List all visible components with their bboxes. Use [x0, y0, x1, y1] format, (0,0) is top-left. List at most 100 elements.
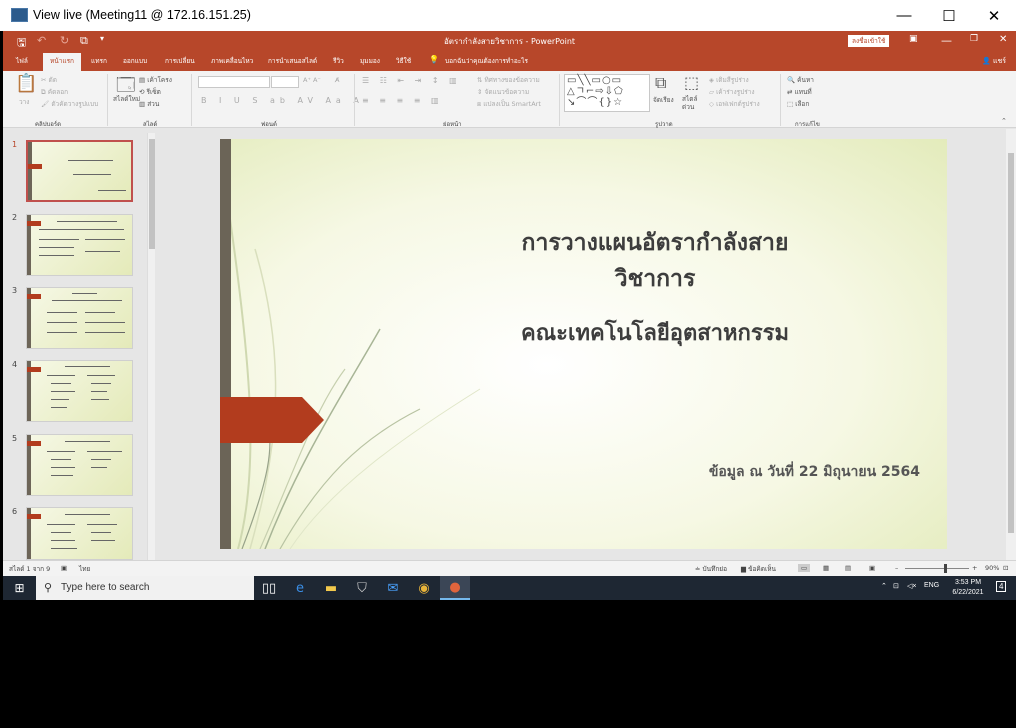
- ppt-minimize-button[interactable]: —: [941, 34, 952, 47]
- notes-button[interactable]: ≐ บันทึกย่อ: [695, 564, 727, 574]
- separator: [191, 74, 192, 126]
- font-group-label: ฟอนต์: [261, 121, 277, 128]
- tab-transitions[interactable]: การเปลี่ยน: [165, 56, 195, 66]
- slide-title-line-2[interactable]: คณะเทคโนโลยีอุตสาหกรรม: [490, 315, 820, 350]
- copy-button[interactable]: ⧉ คัดลอก: [41, 87, 68, 97]
- shape-effects-button[interactable]: ◇ เอฟเฟกต์รูปร่าง: [709, 99, 760, 109]
- store-icon[interactable]: ⛉: [347, 576, 377, 600]
- taskbar: ⊞ ⚲ Type here to search ▯▯ e ▬ ⛉ ✉ ◉ ● ⌃…: [3, 576, 1016, 600]
- volume-icon[interactable]: ◁×: [907, 582, 916, 590]
- slide-thumbnail-3[interactable]: [26, 287, 133, 349]
- tab-home[interactable]: หน้าแรก: [43, 53, 81, 71]
- normal-view-icon[interactable]: ▭: [798, 564, 811, 572]
- select-button[interactable]: ⬚ เลือก: [787, 99, 809, 109]
- thumb-text-line: [47, 375, 75, 376]
- section-button[interactable]: ▥ ส่วน: [139, 99, 159, 109]
- zoom-slider-thumb[interactable]: [943, 564, 947, 573]
- zoom-slider[interactable]: [905, 564, 969, 573]
- slide-thumbnail-5[interactable]: [26, 434, 133, 496]
- current-slide[interactable]: การวางแผนอัตรากำลังสายวิชาการ คณะเทคโนโล…: [220, 139, 947, 549]
- slide-sorter-icon[interactable]: ▦: [823, 564, 829, 572]
- replace-button[interactable]: ⇄ แทนที่: [787, 87, 812, 97]
- slide-thumbnail-6[interactable]: [26, 507, 133, 560]
- tab-file[interactable]: ไฟล์: [16, 56, 28, 66]
- find-button[interactable]: 🔍 ค้นหา: [787, 75, 814, 85]
- ppt-restore-button[interactable]: ❐: [970, 34, 978, 44]
- align-text-button[interactable]: ⇕ จัดแนวข้อความ: [477, 87, 529, 97]
- spellcheck-icon[interactable]: ▣: [61, 564, 67, 572]
- shapes-gallery[interactable]: ▭╲╲▭○▭ △ㄱ⌐⇨⇩⬠ ↘⌒⌒{}☆: [564, 74, 650, 112]
- network-icon[interactable]: ⊡: [893, 582, 899, 590]
- mail-icon[interactable]: ✉: [378, 576, 408, 600]
- start-button[interactable]: ⊞: [3, 576, 36, 600]
- font-size-box[interactable]: [271, 76, 299, 88]
- reading-view-icon[interactable]: ▤: [845, 564, 851, 572]
- share-button[interactable]: 👤 แชร์: [982, 56, 1006, 67]
- chrome-icon[interactable]: ◉: [409, 576, 439, 600]
- reset-button[interactable]: ⟲ รีเซ็ต: [139, 87, 161, 97]
- tab-review[interactable]: รีวิว: [333, 56, 344, 66]
- layout-button[interactable]: ▤ เค้าโครง: [139, 75, 172, 85]
- edge-icon[interactable]: e: [285, 576, 315, 600]
- tab-insert[interactable]: แทรก: [91, 56, 107, 66]
- signin-button[interactable]: ลงชื่อเข้าใช้: [848, 35, 890, 47]
- tab-design[interactable]: ออกแบบ: [123, 56, 147, 66]
- list-buttons[interactable]: ☰ ☷ ⇤ ⇥ ↕ ▥: [362, 76, 461, 85]
- file-explorer-icon[interactable]: ▬: [316, 576, 346, 600]
- smartart-button[interactable]: ⧈ แปลงเป็น SmartArt: [477, 99, 541, 109]
- collapse-ribbon-icon[interactable]: ⌃: [1001, 117, 1007, 125]
- text-direction-button[interactable]: ⇅ ทิศทางของข้อความ: [477, 75, 540, 85]
- input-language[interactable]: ENG: [924, 582, 939, 589]
- slideshow-view-icon[interactable]: ▣: [869, 564, 875, 572]
- thumb-text-line: [91, 391, 107, 392]
- thumbnails-scrollbar[interactable]: [147, 133, 155, 560]
- slide-thumbnail-2[interactable]: [26, 214, 133, 276]
- tab-view[interactable]: มุมมอง: [360, 56, 380, 66]
- close-button[interactable]: ✕: [971, 0, 1016, 31]
- minimize-button[interactable]: —: [881, 0, 927, 31]
- tray-overflow-icon[interactable]: ⌃: [881, 582, 887, 590]
- powerpoint-taskbar-icon[interactable]: ●: [440, 576, 470, 600]
- paste-icon[interactable]: 📋: [15, 73, 37, 94]
- taskbar-search[interactable]: ⚲ Type here to search: [36, 576, 254, 600]
- language-indicator[interactable]: ไทย: [79, 564, 90, 574]
- slide-title-line-1[interactable]: การวางแผนอัตรากำลังสายวิชาการ: [490, 225, 820, 297]
- zoom-level[interactable]: 90%: [985, 564, 999, 572]
- notifications-icon[interactable]: 4: [996, 581, 1007, 592]
- ppt-close-button[interactable]: ✕: [999, 34, 1007, 45]
- clock[interactable]: 3:53 PM 6/22/2021: [943, 578, 993, 598]
- cut-button[interactable]: ✂ ตัด: [41, 75, 57, 85]
- quick-styles-icon[interactable]: ⬚: [684, 73, 699, 92]
- align-buttons[interactable]: ≡ ≡ ≡ ≡ ▥: [362, 96, 443, 105]
- paste-button[interactable]: วาง: [19, 97, 29, 107]
- zoom-out-button[interactable]: –: [895, 564, 898, 572]
- scrollbar-thumb[interactable]: [149, 139, 155, 249]
- slide-subtitle[interactable]: ข้อมูล ณ วันที่ 22 มิถุนายน 2564: [680, 461, 920, 483]
- quick-styles-button[interactable]: สไตล์ด่วน: [682, 95, 706, 111]
- format-painter-button[interactable]: 🖌 ตัวคัดวางรูปแบบ: [41, 99, 98, 109]
- task-view-icon[interactable]: ▯▯: [254, 576, 284, 600]
- slide-scrollbar[interactable]: [1006, 129, 1016, 560]
- shape-fill-button[interactable]: ◈ เติมสีรูปร่าง: [709, 75, 749, 85]
- ribbon-display-icon[interactable]: ▣: [909, 34, 918, 44]
- shape-outline-button[interactable]: ▱ เค้าร่างรูปร่าง: [709, 87, 755, 97]
- arrange-button[interactable]: จัดเรียง: [653, 95, 674, 105]
- slide-thumbnail-4[interactable]: [26, 360, 133, 422]
- font-name-box[interactable]: [198, 76, 270, 88]
- tell-me-search[interactable]: บอกฉันว่าคุณต้องการทำอะไร: [445, 56, 528, 66]
- zoom-in-button[interactable]: +: [972, 564, 977, 572]
- comments-button[interactable]: ▆ ข้อคิดเห็น: [741, 564, 776, 574]
- thumb-text-line: [85, 332, 125, 333]
- maximize-button[interactable]: ☐: [926, 0, 972, 31]
- tab-slideshow[interactable]: การนำเสนอสไลด์: [268, 56, 317, 66]
- font-style-buttons[interactable]: B I U S ab AV Aa A: [201, 96, 364, 105]
- slide-thumbnail-1[interactable]: [26, 140, 133, 202]
- clear-format-icon[interactable]: A̸: [335, 76, 339, 84]
- arrange-icon[interactable]: ⧉: [655, 73, 666, 93]
- drawing-group-label: รูปวาด: [655, 121, 673, 128]
- fit-slide-icon[interactable]: ⊡: [1003, 564, 1008, 572]
- tab-animations[interactable]: ภาพเคลื่อนไหว: [211, 56, 253, 66]
- tab-help[interactable]: วิธีใช้: [396, 56, 411, 66]
- scrollbar-thumb[interactable]: [1008, 153, 1014, 533]
- font-size-grow-icon[interactable]: A⁺ A⁻: [303, 76, 321, 84]
